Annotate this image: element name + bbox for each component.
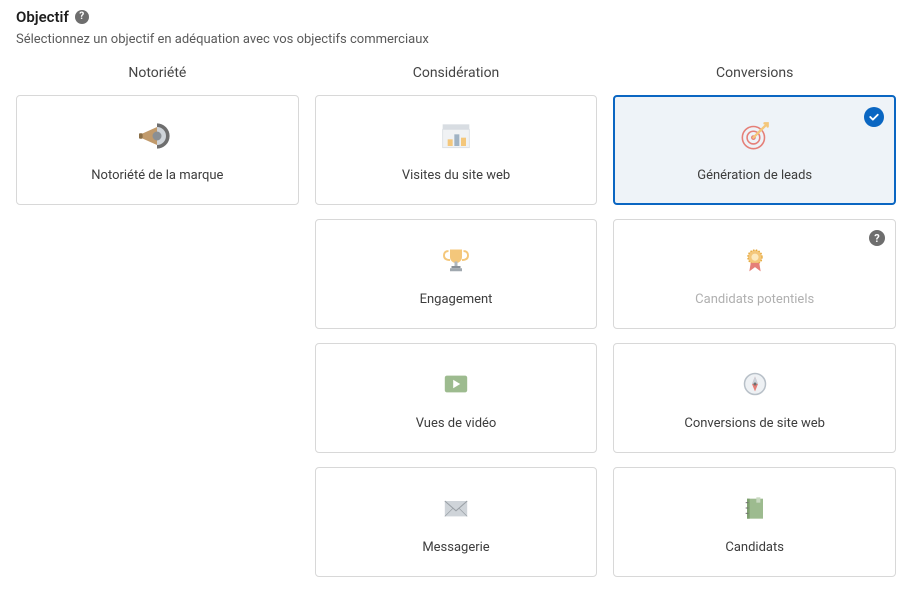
column-awareness: Notoriété Notoriété de la marque — [16, 65, 299, 591]
help-icon[interactable]: ? — [869, 230, 885, 246]
column-header-conversions: Conversions — [613, 65, 896, 81]
play-icon — [434, 366, 478, 402]
card-brand-awareness[interactable]: Notoriété de la marque — [16, 95, 299, 205]
card-messaging[interactable]: Messagerie — [315, 467, 598, 577]
card-label: Vues de vidéo — [416, 416, 497, 431]
card-label: Messagerie — [422, 540, 489, 555]
card-label: Visites du site web — [402, 168, 510, 183]
megaphone-icon — [135, 118, 179, 154]
card-job-applicants[interactable]: Candidats — [613, 467, 896, 577]
card-label: Génération de leads — [697, 168, 812, 183]
card-website-conversions[interactable]: Conversions de site web — [613, 343, 896, 453]
card-label: Notoriété de la marque — [91, 168, 223, 183]
column-header-awareness: Notoriété — [16, 65, 299, 81]
column-consideration: Considération Visites du site web — [315, 65, 598, 591]
card-label: Engagement — [420, 292, 493, 307]
target-icon — [733, 118, 777, 154]
card-website-visits[interactable]: Visites du site web — [315, 95, 598, 205]
card-label: Conversions de site web — [684, 416, 825, 431]
card-video-views[interactable]: Vues de vidéo — [315, 343, 598, 453]
page-heading: Objectif — [16, 8, 69, 26]
card-label: Candidats — [725, 540, 784, 555]
check-icon — [864, 107, 884, 127]
card-engagement[interactable]: Engagement — [315, 219, 598, 329]
compass-icon — [733, 366, 777, 402]
card-lead-generation[interactable]: Génération de leads — [613, 95, 896, 205]
card-label: Candidats potentiels — [695, 292, 814, 307]
column-conversions: Conversions Génération de leads ? — [613, 65, 896, 591]
envelope-icon — [434, 490, 478, 526]
help-icon[interactable]: ? — [75, 10, 89, 24]
browser-chart-icon — [434, 118, 478, 154]
award-icon — [733, 242, 777, 278]
column-header-consideration: Considération — [315, 65, 598, 81]
trophy-icon — [434, 242, 478, 278]
objective-columns: Notoriété Notoriété de la marque Considé… — [16, 65, 896, 591]
notebook-icon — [733, 490, 777, 526]
page-subtitle: Sélectionnez un objectif en adéquation a… — [16, 32, 896, 47]
card-talent-leads[interactable]: ? Candidats potentiels — [613, 219, 896, 329]
